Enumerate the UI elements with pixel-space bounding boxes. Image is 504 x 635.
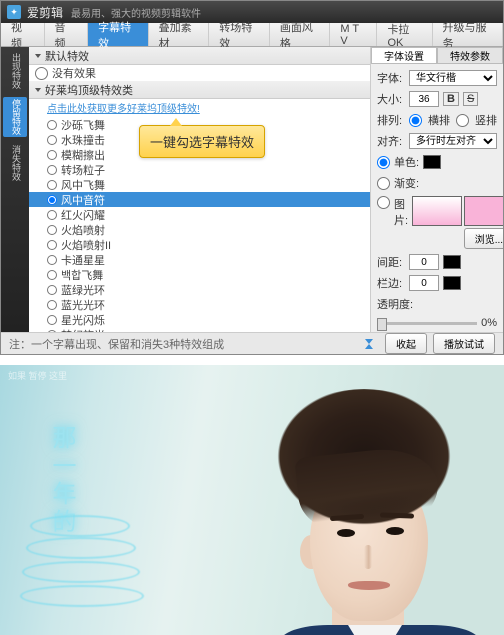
font-label: 字体: (377, 70, 405, 86)
chevron-down-icon (35, 88, 41, 92)
opacity-label: 透明度: (377, 296, 417, 312)
opacity-value: 0% (481, 317, 497, 329)
callout-tip: 一键勾选字幕特效 (139, 125, 265, 158)
get-more-link[interactable]: 点击此处获取更多好莱坞顶级特效! (29, 99, 370, 115)
option-no-effect[interactable]: 没有效果 (29, 65, 370, 81)
effect-item-selected[interactable]: 风中音符 (29, 192, 370, 207)
effect-item[interactable]: 蓝绿光环 (29, 282, 370, 297)
ripple-fx (26, 537, 136, 559)
spacing-swatch[interactable] (443, 255, 461, 269)
footer-note: 注：一个字幕出现、保留和消失3种特效组成 (9, 336, 224, 352)
tab-subtitle-fx[interactable]: 字幕特效 (88, 23, 149, 46)
sidebar-appear-fx[interactable]: 出现特效 (3, 51, 27, 91)
solid-color-radio[interactable] (377, 156, 390, 169)
footer: 注：一个字幕出现、保留和消失3种特效组成 收起 播放试试 (1, 332, 503, 354)
tab-mtv[interactable]: M T V (330, 23, 377, 46)
align-v-radio[interactable] (456, 114, 469, 127)
effect-item[interactable]: 风中飞舞 (29, 177, 370, 192)
effect-item[interactable]: 转场粒子 (29, 162, 370, 177)
app-window: ✦ 爱剪辑 最易用、强大的视频剪辑软件 视 频 音 频 字幕特效 叠加素材 转场… (0, 0, 504, 355)
align-label: 排列: (377, 112, 405, 128)
gradient-radio[interactable] (377, 177, 390, 190)
spacing-label: 间距: (377, 254, 405, 270)
img-swatch[interactable] (464, 196, 503, 226)
ripple-fx (30, 515, 130, 537)
size-input[interactable] (409, 91, 439, 107)
spacing-input[interactable] (409, 254, 439, 270)
justify-select[interactable]: 多行时左对齐 (409, 133, 497, 149)
padding-input[interactable] (409, 275, 439, 291)
watermark: 如果 暂停 这里 (8, 371, 67, 382)
sidebar-stay-fx[interactable]: 停留特效 (3, 97, 27, 137)
opacity-slider[interactable] (377, 322, 477, 325)
browse-button[interactable]: 浏览... (464, 228, 503, 249)
ptab-fx-params[interactable]: 特效参数 (437, 47, 503, 63)
section-hollywood[interactable]: 好莱坞顶级特效类 (29, 81, 370, 99)
preview-frame: 如果 暂停 这里 那一年的 (0, 365, 504, 635)
ripple-fx (20, 585, 144, 607)
main-tabs: 视 频 音 频 字幕特效 叠加素材 转场特效 画面风格 M T V 卡拉OK 升… (1, 23, 503, 47)
color-swatch[interactable] (423, 155, 441, 169)
panel-tabs: 字体设置 特效参数 (371, 47, 503, 64)
justify-label: 对齐: (377, 133, 405, 149)
no-effect-radio[interactable] (35, 67, 48, 80)
app-logo-icon: ✦ (7, 5, 21, 19)
effect-item[interactable]: 星光闪烁 (29, 312, 370, 327)
padding-label: 栏边: (377, 275, 405, 291)
effect-item[interactable]: 火焰喷射II (29, 237, 370, 252)
grad-swatch[interactable] (412, 196, 462, 226)
properties-panel: 字体设置 特效参数 字体:华文行楷 大小:BS 排列: 横排竖排 对齐:多行时左… (371, 47, 503, 332)
size-label: 大小: (377, 91, 405, 107)
bold-button[interactable]: B (443, 92, 459, 106)
effect-item[interactable]: 火焰喷射 (29, 222, 370, 237)
person-portrait (236, 389, 466, 635)
tab-karaoke[interactable]: 卡拉OK (377, 23, 432, 46)
strikethrough-button[interactable]: S (463, 92, 478, 106)
effect-list-panel: 默认特效 没有效果 好莱坞顶级特效类 点击此处获取更多好莱坞顶级特效! 沙砾飞舞… (29, 47, 371, 332)
effect-item[interactable]: 卡通星星 (29, 252, 370, 267)
tab-overlay[interactable]: 叠加素材 (149, 23, 210, 46)
effect-item[interactable]: 红火闪耀 (29, 207, 370, 222)
app-tagline: 最易用、强大的视频剪辑软件 (71, 5, 201, 20)
effect-item[interactable]: 백합飞舞 (29, 267, 370, 282)
collapse-button[interactable]: 收起 (385, 333, 427, 354)
tab-style[interactable]: 画面风格 (270, 23, 331, 46)
effect-item[interactable]: 蓝光光环 (29, 297, 370, 312)
effect-item[interactable]: 梦幻旋光 (29, 327, 370, 332)
section-default[interactable]: 默认特效 (29, 47, 370, 65)
tab-transition[interactable]: 转场特效 (209, 23, 270, 46)
tab-upgrade[interactable]: 升级与服务 (433, 23, 503, 46)
ptab-font[interactable]: 字体设置 (371, 47, 437, 63)
fx-phase-sidebar: 出现特效 停留特效 消失特效 (1, 47, 29, 332)
tab-audio[interactable]: 音 频 (45, 23, 89, 46)
sidebar-disappear-fx[interactable]: 消失特效 (3, 143, 27, 183)
hourglass-icon (363, 338, 375, 350)
main-area: 出现特效 停留特效 消失特效 默认特效 没有效果 好莱坞顶级特效类 点击此处获取… (1, 47, 503, 332)
chevron-down-icon (35, 54, 41, 58)
play-test-button[interactable]: 播放试试 (433, 333, 495, 354)
padding-swatch[interactable] (443, 276, 461, 290)
ripple-fx (22, 561, 140, 583)
tab-video[interactable]: 视 频 (1, 23, 45, 46)
font-select[interactable]: 华文行楷 (409, 70, 497, 86)
panel-body: 字体:华文行楷 大小:BS 排列: 横排竖排 对齐:多行时左对齐 单色: 渐变:… (371, 64, 503, 332)
align-h-radio[interactable] (409, 114, 422, 127)
image-fill-radio[interactable] (377, 196, 390, 209)
